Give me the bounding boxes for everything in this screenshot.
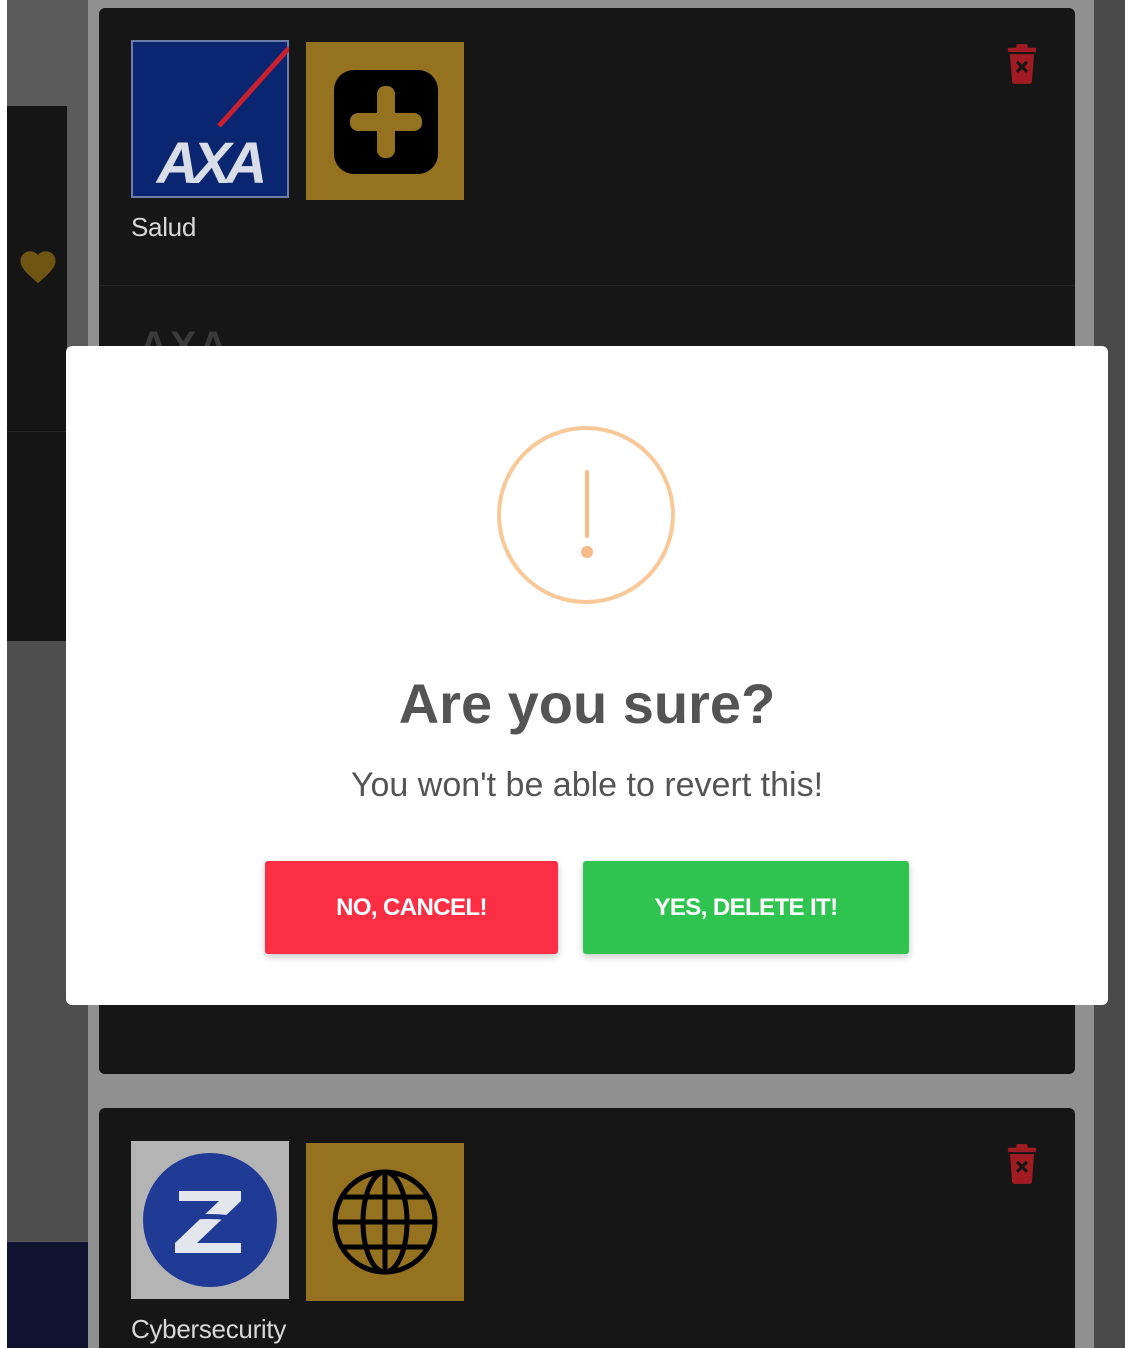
dialog-message: You won't be able to revert this! bbox=[350, 766, 824, 804]
warning-icon bbox=[497, 426, 675, 604]
divider bbox=[7, 431, 67, 432]
trash-icon[interactable] bbox=[1005, 1144, 1039, 1184]
confirm-dialog: Are you sure? You won't be able to rever… bbox=[66, 346, 1108, 1005]
category-label: Cybersecurity bbox=[131, 1314, 287, 1344]
dialog-title: Are you sure? bbox=[398, 672, 776, 735]
zurich-logo bbox=[131, 1141, 289, 1299]
confirm-delete-button[interactable]: YES, DELETE IT! bbox=[583, 861, 909, 954]
category-label: Salud bbox=[131, 212, 196, 242]
warning-icon-bar bbox=[585, 470, 589, 538]
svg-text:AXA: AXA bbox=[155, 131, 264, 196]
left-dark-panel bbox=[7, 106, 67, 641]
trash-icon[interactable] bbox=[1005, 44, 1039, 84]
card-divider bbox=[99, 285, 1075, 286]
axa-logo: AXA bbox=[131, 40, 289, 198]
globe-icon bbox=[306, 1143, 464, 1301]
page-backdrop: AXA Salud AXA bbox=[7, 0, 1125, 1348]
warning-icon-dot bbox=[581, 546, 593, 558]
policy-card-zurich: Cybersecurity bbox=[99, 1108, 1075, 1348]
heart-icon[interactable] bbox=[17, 246, 59, 288]
plus-icon bbox=[306, 42, 464, 200]
cancel-button[interactable]: NO, CANCEL! bbox=[265, 861, 558, 954]
